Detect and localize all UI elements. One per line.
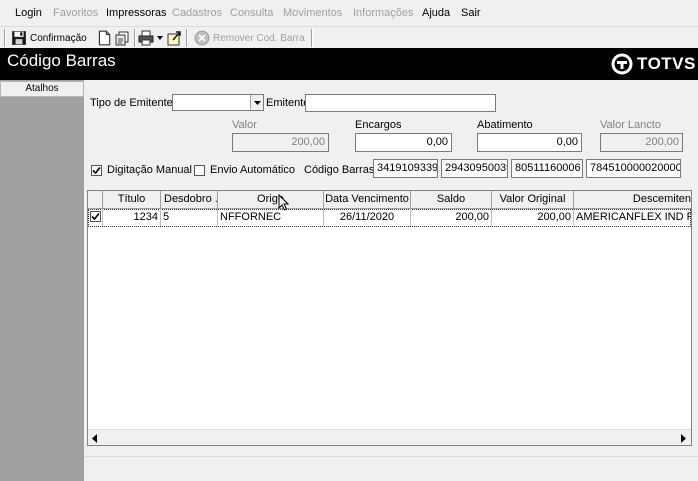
title-bar: Código Barras TOTVS — [0, 48, 698, 80]
cell-saldo[interactable]: 200,00 — [411, 209, 492, 226]
dropdown-button[interactable] — [250, 95, 263, 110]
codigo-barras-field-4[interactable]: 784510000020000 — [586, 159, 681, 178]
copy-document-icon — [115, 31, 129, 46]
menu-consulta[interactable]: Consulta — [230, 7, 273, 19]
menu-informacoes[interactable]: Informações — [353, 7, 414, 19]
toolbar-grip — [4, 29, 6, 47]
menu-ajuda[interactable]: Ajuda — [422, 7, 450, 19]
row-select-cell[interactable] — [89, 209, 103, 226]
export-button[interactable] — [166, 28, 182, 48]
grid-header-valor-original[interactable]: Valor Original — [492, 191, 574, 209]
export-icon — [167, 31, 181, 46]
confirm-button-label: Confirmação — [30, 32, 87, 44]
chevron-down-icon — [254, 101, 261, 105]
menu-sair[interactable]: Sair — [461, 7, 481, 19]
menu-impressoras[interactable]: Impressoras — [106, 7, 167, 19]
valor-label: Valor — [232, 119, 257, 131]
sidebar-header-atalhos[interactable]: Atalhos — [0, 81, 84, 97]
menu-login[interactable]: Login — [15, 7, 42, 19]
grid-header-saldo[interactable]: Saldo — [411, 191, 492, 209]
digitacao-manual-checkbox[interactable] — [91, 165, 102, 176]
sidebar: Atalhos — [0, 80, 84, 481]
grid-header-desdobro[interactable]: Desdobro ... — [161, 191, 218, 209]
grid-header-origem[interactable]: Orige — [218, 191, 324, 209]
cell-descemiten[interactable]: AMERICANFLEX IND REU — [574, 209, 691, 226]
remove-barcode-button[interactable]: Remover Cod. Barra — [194, 28, 305, 48]
confirm-button[interactable]: Confirmação — [11, 28, 87, 48]
remove-barcode-label: Remover Cod. Barra — [213, 32, 305, 44]
row-select-checkbox[interactable] — [90, 211, 101, 222]
totvs-logo-icon — [611, 53, 633, 75]
emitente-label: Emitente — [266, 97, 310, 109]
toolbar: Confirmação Remover Cod. Barra — [0, 26, 698, 48]
menu-favoritos[interactable]: Favoritos — [53, 7, 98, 19]
scroll-left-icon[interactable] — [91, 434, 99, 443]
totvs-logo: TOTVS — [611, 53, 696, 75]
valor-field: 200,00 — [232, 133, 329, 152]
abatimento-field[interactable]: 0,00 — [477, 133, 582, 152]
grid-header-data-vencimento[interactable]: Data Vencimento — [324, 191, 411, 209]
cell-titulo[interactable]: 1234 — [103, 209, 161, 226]
checkmark-icon — [92, 166, 101, 175]
page-title: Código Barras — [7, 51, 116, 70]
codigo-barras-label: Código Barras — [304, 164, 375, 176]
toolbar-separator — [186, 29, 188, 47]
scroll-right-icon[interactable] — [679, 434, 687, 443]
menu-movimentos[interactable]: Movimentos — [283, 7, 342, 19]
titles-grid[interactable]: Título Desdobro ... Orige Data Venciment… — [87, 190, 692, 446]
cell-valor-original[interactable]: 200,00 — [492, 209, 574, 226]
new-document-button[interactable] — [96, 28, 112, 48]
new-document-icon — [98, 30, 111, 46]
menu-bar: Login Favoritos Impressoras Cadastros Co… — [0, 0, 698, 26]
valor-lancto-label: Valor Lancto — [600, 119, 661, 131]
checkmark-icon — [91, 212, 100, 221]
cell-origem[interactable]: NFFORNEC — [218, 209, 324, 226]
save-icon — [12, 31, 26, 45]
cell-data-vencimento[interactable]: 26/11/2020 — [324, 209, 411, 226]
grid-header-descemiten[interactable]: Descemiten — [574, 191, 691, 209]
toolbar-separator — [134, 29, 136, 47]
encargos-field[interactable]: 0,00 — [355, 133, 452, 152]
cell-desdobro[interactable]: 5 — [161, 209, 218, 226]
emitente-field[interactable] — [305, 94, 496, 112]
tipo-emitente-label: Tipo de Emitente — [90, 97, 173, 109]
abatimento-label: Abatimento — [477, 119, 533, 131]
codigo-barras-field-2[interactable]: 29430950039 — [441, 159, 508, 178]
codigo-barras-field-1[interactable]: 3419109339 — [373, 159, 438, 178]
horizontal-scrollbar[interactable] — [88, 429, 691, 445]
print-button[interactable] — [138, 28, 163, 48]
mouse-cursor-icon — [278, 194, 289, 211]
printer-icon — [138, 30, 154, 46]
copy-document-button[interactable] — [114, 28, 130, 48]
codigo-barras-field-3[interactable]: 80511160006 — [511, 159, 583, 178]
envio-automatico-checkbox[interactable] — [194, 165, 205, 176]
encargos-label: Encargos — [355, 119, 402, 131]
tipo-emitente-select[interactable] — [172, 94, 264, 111]
status-bar — [84, 456, 698, 481]
grid-header-titulo[interactable]: Título — [103, 191, 161, 209]
chevron-down-icon[interactable] — [157, 36, 163, 40]
digitacao-manual-label[interactable]: Digitação Manual — [107, 164, 192, 176]
envio-automatico-label[interactable]: Envio Automático — [210, 164, 295, 176]
totvs-logo-text: TOTVS — [637, 54, 696, 73]
toolbar-separator — [311, 29, 313, 47]
menu-cadastros[interactable]: Cadastros — [172, 7, 222, 19]
grid-header-select — [88, 191, 103, 209]
remove-icon — [194, 30, 210, 46]
valor-lancto-field: 200,00 — [600, 133, 683, 152]
